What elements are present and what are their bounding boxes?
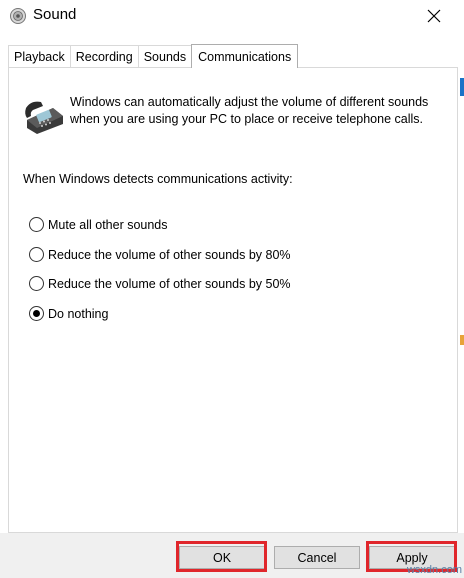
radio-button-selected[interactable] <box>29 306 44 321</box>
tab-sounds[interactable]: Sounds <box>137 45 193 67</box>
title-bar: Sound <box>0 0 464 32</box>
option-label: Mute all other sounds <box>48 217 168 232</box>
close-button[interactable] <box>414 3 454 29</box>
intro-text: Windows can automatically adjust the vol… <box>70 95 429 126</box>
watermark: wsxdn.com <box>406 564 462 576</box>
tab-recording[interactable]: Recording <box>69 45 139 67</box>
radio-button[interactable] <box>29 276 44 291</box>
window-title: Sound <box>33 6 77 23</box>
radio-button[interactable] <box>29 247 44 262</box>
ok-button[interactable]: OK <box>179 546 265 569</box>
telephone-icon <box>23 98 65 136</box>
tab-strip: Playback Recording Sounds Communications <box>8 43 299 68</box>
detect-label: When Windows detects communications acti… <box>23 172 293 186</box>
tab-playback[interactable]: Playback <box>8 45 71 67</box>
option-mute-all[interactable]: Mute all other sounds <box>29 217 168 232</box>
communications-panel: Windows can automatically adjust the vol… <box>8 67 458 533</box>
edge-mark <box>460 78 464 96</box>
option-do-nothing[interactable]: Do nothing <box>29 306 108 321</box>
edge-mark <box>460 335 464 345</box>
option-reduce-50[interactable]: Reduce the volume of other sounds by 50% <box>29 276 291 291</box>
dialog-footer: OK Cancel Apply <box>0 533 464 578</box>
speaker-icon <box>9 7 27 25</box>
sound-dialog: Sound Playback Recording Sounds Communic… <box>0 0 464 578</box>
option-reduce-80[interactable]: Reduce the volume of other sounds by 80% <box>29 247 291 262</box>
radio-button[interactable] <box>29 217 44 232</box>
close-icon <box>427 9 441 23</box>
cancel-button[interactable]: Cancel <box>274 546 360 569</box>
option-label: Do nothing <box>48 306 109 321</box>
option-label: Reduce the volume of other sounds by 50% <box>48 276 291 291</box>
option-label: Reduce the volume of other sounds by 80% <box>48 247 291 262</box>
tab-communications[interactable]: Communications <box>191 44 299 68</box>
